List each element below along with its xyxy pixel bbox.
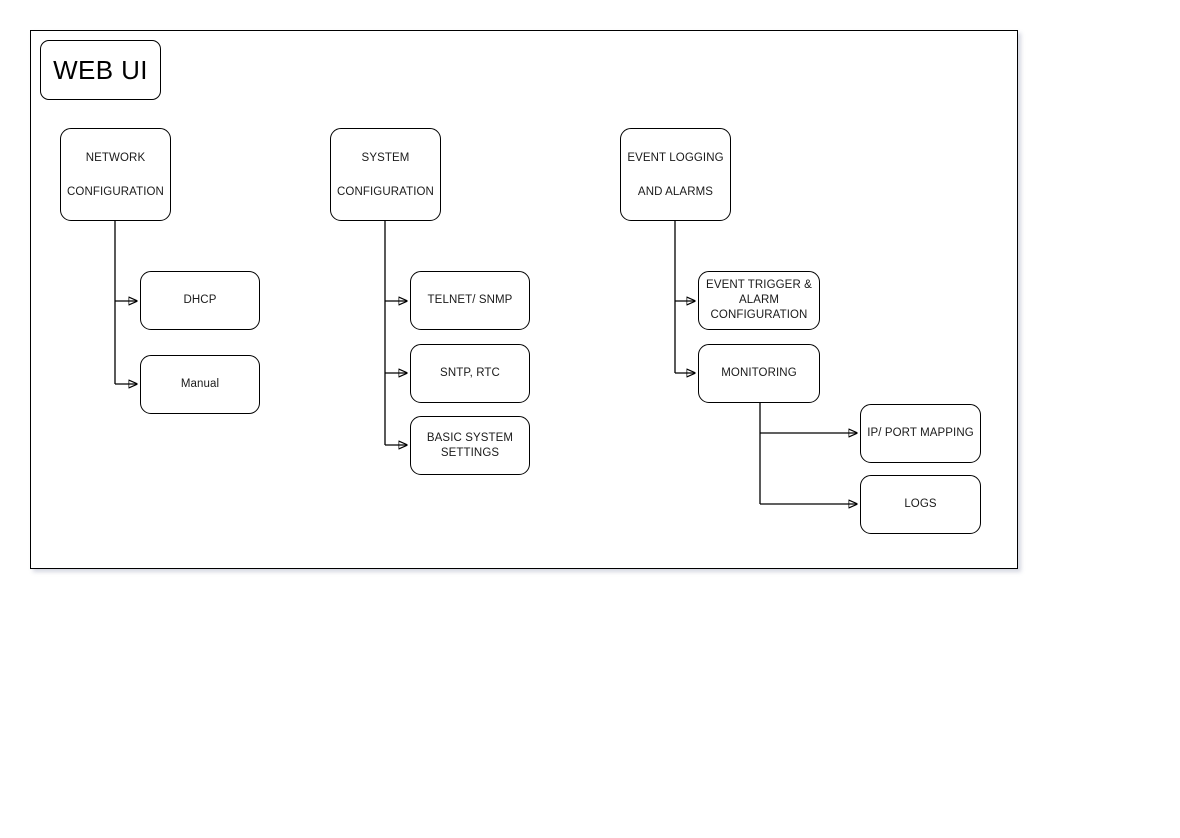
node-sntp-rtc-label: SNTP, RTC [440, 367, 500, 379]
node-basic-system-settings[interactable]: BASIC SYSTEM SETTINGS [410, 416, 530, 475]
node-basic-system-settings-label: BASIC SYSTEM SETTINGS [426, 431, 514, 459]
node-network-configuration[interactable]: NETWORK CONFIGURATION [60, 128, 171, 221]
node-telnet-snmp-label: TELNET/ SNMP [427, 294, 513, 306]
node-network-configuration-label: NETWORK CONFIGURATION [67, 151, 164, 198]
node-system-configuration[interactable]: SYSTEM CONFIGURATION [330, 128, 441, 221]
node-manual[interactable]: Manual [140, 355, 260, 414]
connector-network-branch [114, 220, 137, 384]
node-telnet-snmp[interactable]: TELNET/ SNMP [410, 271, 530, 330]
connector-monitoring-branch [759, 403, 857, 504]
node-logs[interactable]: LOGS [860, 475, 981, 534]
node-web-ui[interactable]: WEB UI [40, 40, 161, 100]
node-ip-port-mapping-label: IP/ PORT MAPPING [867, 427, 974, 439]
node-system-configuration-label: SYSTEM CONFIGURATION [337, 151, 434, 198]
node-monitoring[interactable]: MONITORING [698, 344, 820, 403]
node-event-trigger-alarm-configuration[interactable]: EVENT TRIGGER & ALARM CONFIGURATION [698, 271, 820, 330]
connector-system-branch [384, 220, 407, 445]
node-event-trigger-alarm-configuration-label: EVENT TRIGGER & ALARM CONFIGURATION [706, 279, 812, 321]
node-event-logging-and-alarms[interactable]: EVENT LOGGING AND ALARMS [620, 128, 731, 221]
node-manual-label: Manual [180, 378, 220, 390]
node-logs-label: LOGS [904, 498, 937, 510]
node-ip-port-mapping[interactable]: IP/ PORT MAPPING [860, 404, 981, 463]
diagram-canvas: WEB UI NETWORK CONFIGURATION SYSTEM CONF… [0, 0, 1180, 838]
node-dhcp[interactable]: DHCP [140, 271, 260, 330]
node-dhcp-label: DHCP [183, 294, 217, 306]
connector-event-branch [674, 220, 695, 373]
node-sntp-rtc[interactable]: SNTP, RTC [410, 344, 530, 403]
node-web-ui-label: WEB UI [53, 55, 148, 85]
node-monitoring-label: MONITORING [721, 367, 797, 379]
connector-layer [114, 220, 1180, 838]
node-event-logging-and-alarms-label: EVENT LOGGING AND ALARMS [627, 151, 724, 198]
